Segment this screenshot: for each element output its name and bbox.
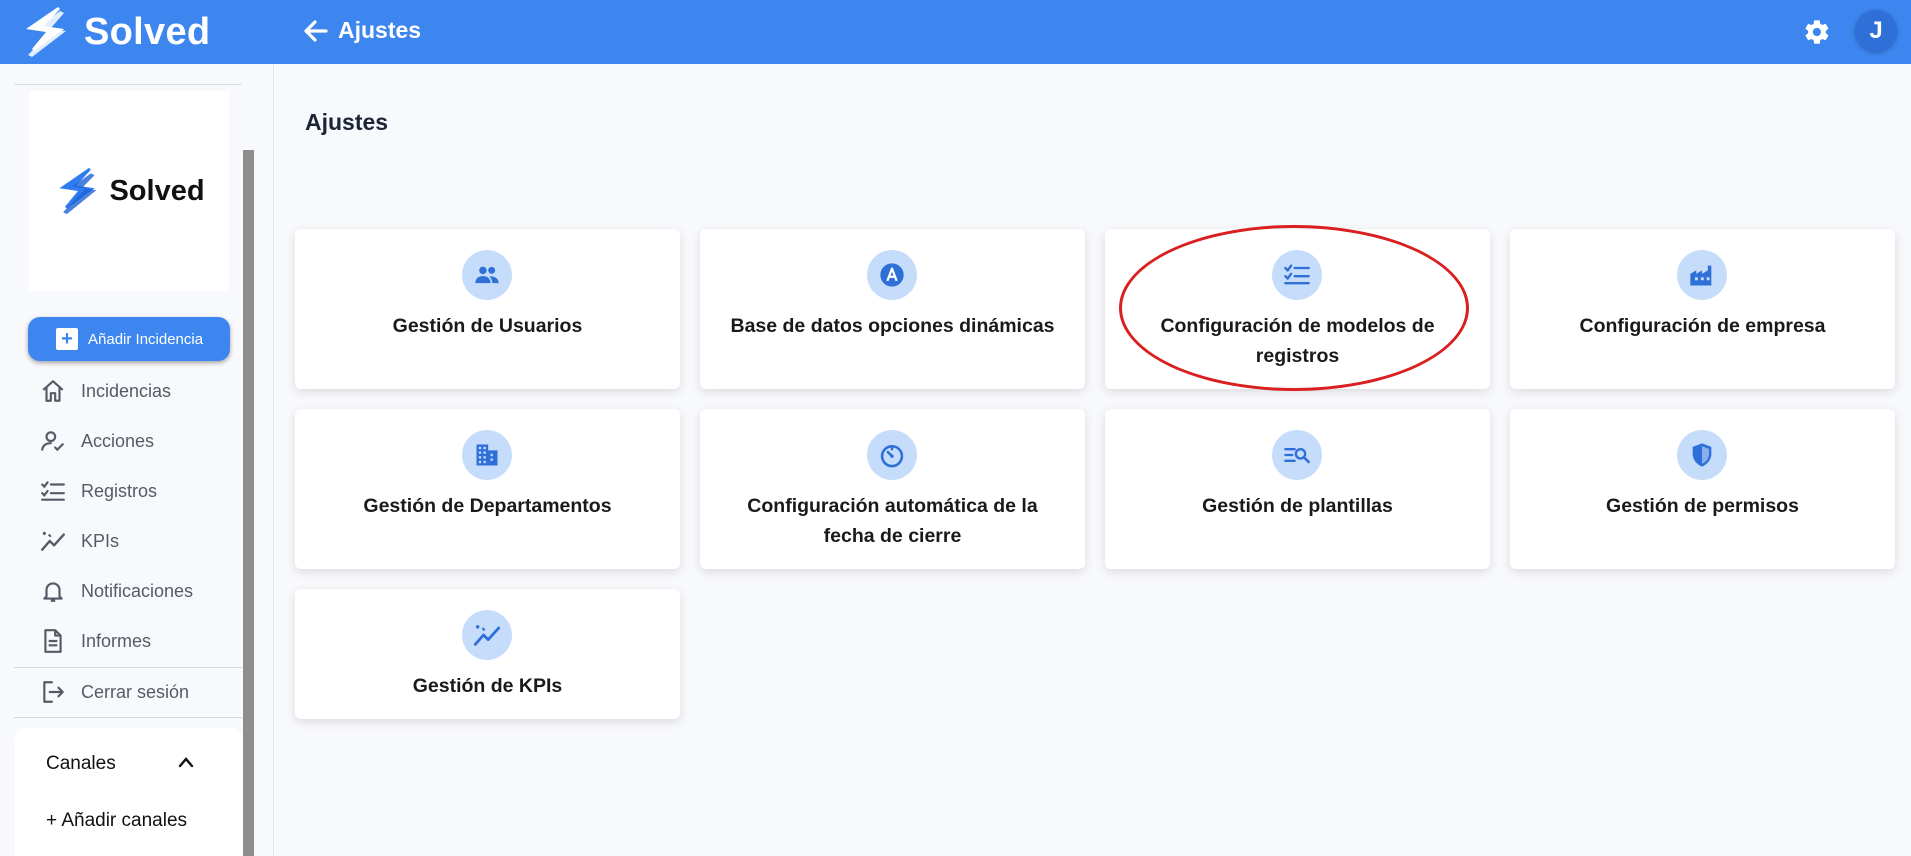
sidebar-item-registros[interactable]: Registros xyxy=(40,475,157,507)
card-label: Gestión de Usuarios xyxy=(392,315,583,337)
plus-icon: + xyxy=(56,328,78,350)
checklist-icon xyxy=(1272,250,1322,300)
card-label: Configuración de modelos de registros xyxy=(1160,315,1435,367)
channels-title: Canales xyxy=(46,753,116,774)
company-logo: Solved xyxy=(29,91,229,291)
shield-icon xyxy=(1677,430,1727,480)
sidebar-item-label: Incidencias xyxy=(81,380,172,401)
settings-card-departamentos[interactable]: Gestión de Departamentos xyxy=(295,409,680,569)
top-app-bar: Solved Ajustes J xyxy=(0,0,1911,64)
sidebar-item-notificaciones[interactable]: Notificaciones xyxy=(40,575,193,607)
divider xyxy=(14,84,242,85)
settings-card-kpis[interactable]: Gestión de KPIs xyxy=(295,589,680,719)
card-label: Base de datos opciones dinámicas xyxy=(730,315,1055,337)
sidebar: Solved + Añadir Incidencia Incidencias A… xyxy=(0,64,274,856)
sidebar-item-label: Informes xyxy=(81,630,152,651)
document-icon xyxy=(44,629,62,653)
checklist-icon xyxy=(41,481,65,501)
settings-card-base-datos[interactable]: Base de datos opciones dinámicas xyxy=(700,229,1085,389)
add-channels-link[interactable]: + Añadir canales xyxy=(46,810,187,832)
brand-name: Solved xyxy=(84,10,211,53)
person-check-icon xyxy=(41,431,64,452)
sidebar-item-label: Registros xyxy=(81,480,158,501)
solved-logo-icon xyxy=(26,7,66,57)
logo-text: Solved xyxy=(109,174,205,207)
settings-card-modelos-registros[interactable]: Configuración de modelos de registros xyxy=(1105,229,1490,389)
sidebar-item-informes[interactable]: Informes xyxy=(40,625,151,657)
settings-card-fecha-cierre[interactable]: Configuración automática de la fecha de … xyxy=(700,409,1085,569)
divider xyxy=(14,667,242,668)
timer-icon xyxy=(867,430,917,480)
settings-card-permisos[interactable]: Gestión de permisos xyxy=(1510,409,1895,569)
card-label: Gestión de plantillas xyxy=(1202,495,1393,517)
sidebar-item-cerrar-sesion[interactable]: Cerrar sesión xyxy=(40,676,189,708)
avatar[interactable]: J xyxy=(1855,10,1897,52)
home-icon xyxy=(42,380,64,402)
divider xyxy=(14,717,242,718)
card-label: Gestión de Departamentos xyxy=(363,495,612,517)
sidebar-item-label: KPIs xyxy=(81,530,120,551)
page-title: Ajustes xyxy=(305,109,389,135)
sidebar-item-label: Cerrar sesión xyxy=(81,681,190,702)
sidebar-item-label: Acciones xyxy=(81,430,155,451)
card-label: Configuración automática de la fecha de … xyxy=(747,495,1038,547)
brand[interactable]: Solved xyxy=(20,5,210,59)
add-incident-label: Añadir Incidencia xyxy=(88,330,204,348)
gear-icon[interactable] xyxy=(1803,18,1831,46)
logout-icon xyxy=(43,681,64,703)
channels-panel: Canales + Añadir canales xyxy=(15,728,243,856)
building-icon xyxy=(462,430,512,480)
sidebar-item-kpis[interactable]: KPIs xyxy=(40,525,119,557)
card-label: Configuración de empresa xyxy=(1579,315,1826,337)
sidebar-scrollbar[interactable] xyxy=(243,150,254,856)
add-incident-button[interactable]: + Añadir Incidencia xyxy=(28,317,230,361)
settings-card-plantillas[interactable]: Gestión de plantillas xyxy=(1105,409,1490,569)
letter-a-icon xyxy=(867,250,917,300)
settings-card-usuarios[interactable]: Gestión de Usuarios xyxy=(295,229,680,389)
card-label: Gestión de permisos xyxy=(1606,495,1799,517)
card-label: Gestión de KPIs xyxy=(412,675,563,697)
sidebar-item-acciones[interactable]: Acciones xyxy=(40,425,154,457)
sidebar-item-incidencias[interactable]: Incidencias xyxy=(40,375,171,407)
page-header-title: Ajustes xyxy=(338,17,422,43)
trending-icon xyxy=(40,531,66,551)
search-list-icon xyxy=(1272,430,1322,480)
trending-icon xyxy=(462,610,512,660)
arrow-left-icon[interactable] xyxy=(300,14,330,48)
factory-icon xyxy=(1677,250,1727,300)
users-icon xyxy=(462,250,512,300)
chevron-up-icon[interactable] xyxy=(176,754,196,770)
sidebar-item-label: Notificaciones xyxy=(81,580,194,601)
bell-icon xyxy=(43,582,63,602)
solved-logo-icon xyxy=(59,167,97,215)
settings-card-empresa[interactable]: Configuración de empresa xyxy=(1510,229,1895,389)
